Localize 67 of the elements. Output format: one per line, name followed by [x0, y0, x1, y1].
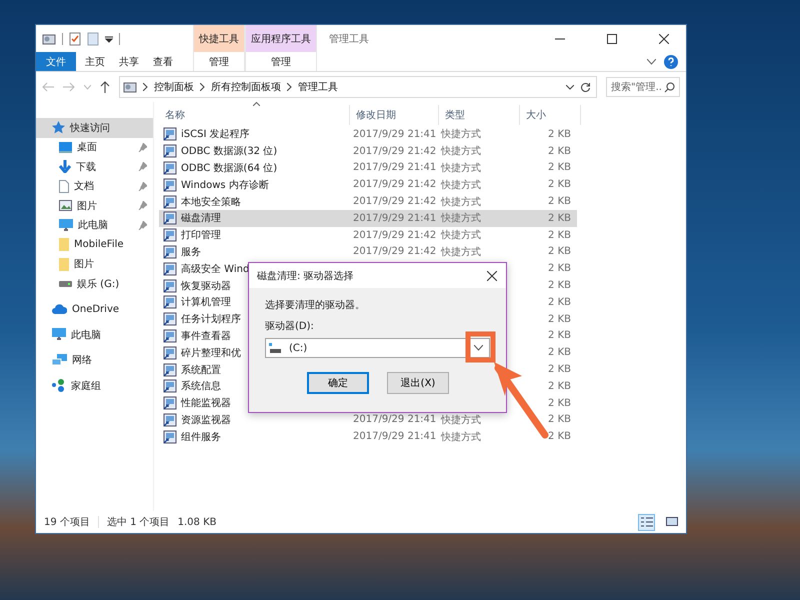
file-size: 2 KB: [547, 414, 572, 426]
file-name: 打印管理: [181, 228, 221, 242]
file-name: 资源监视器: [181, 414, 231, 427]
file-size: 2 KB: [547, 128, 572, 140]
file-name: Windows 内存诊断: [181, 178, 269, 192]
file-date: 2017/9/29 21:41: [352, 431, 437, 442]
file-date: 2017/9/29 21:42: [352, 196, 437, 208]
file-size: 2 KB: [547, 246, 572, 258]
file-date: 2017/9/29 21:42: [352, 230, 437, 241]
file-name: 系统配置: [181, 364, 221, 377]
file-size: 2 KB: [547, 330, 572, 342]
file-size: 2 KB: [547, 398, 572, 409]
item-count: 19 个项目: [44, 516, 90, 529]
file-size: 2 KB: [547, 314, 572, 325]
file-size: 2 KB: [547, 431, 572, 442]
file-name: iSCSI 发起程序: [181, 128, 250, 142]
file-type: 快捷方式: [440, 178, 482, 192]
file-date: 2017/9/29 21:42: [352, 146, 437, 157]
file-type: 快捷方式: [440, 162, 482, 175]
context-tab-header: 快捷工具: [194, 25, 244, 52]
file-date: 2017/9/29 21:41: [352, 414, 437, 426]
file-type: 快捷方式: [440, 128, 482, 142]
file-type: 快捷方式: [440, 196, 482, 209]
file-name: ODBC 数据源(32 位): [181, 145, 278, 158]
file-size: 2 KB: [547, 162, 572, 174]
context-tab-header: 应用程序工具: [246, 25, 316, 52]
file-size: 2 KB: [547, 280, 572, 292]
file-name: 本地安全策略: [181, 196, 241, 209]
dialog-prompt: 选择要清理的驱动器。: [265, 298, 366, 312]
window-title: 管理工具: [329, 32, 369, 46]
drive-value: (C:): [289, 342, 308, 354]
file-type: 快捷方式: [440, 414, 482, 427]
file-name: ODBC 数据源(64 位): [181, 162, 278, 175]
file-name: 事件查看器: [181, 330, 231, 343]
file-name: 计算机管理: [181, 296, 231, 310]
file-size: 2 KB: [547, 212, 572, 224]
file-date: 2017/9/29 21:41: [352, 128, 437, 140]
file-type: 快捷方式: [440, 144, 482, 158]
file-size: 2 KB: [547, 296, 572, 308]
file-name: 任务计划程序: [181, 312, 241, 326]
file-type: 快捷方式: [440, 246, 482, 259]
file-name: 磁盘清理: [181, 212, 221, 226]
file-size: 2 KB: [547, 230, 572, 241]
file-size: 2 KB: [547, 146, 572, 157]
file-type: 快捷方式: [440, 212, 482, 226]
file-size: 2 KB: [547, 196, 572, 208]
file-date: 2017/9/29 21:42: [352, 179, 437, 190]
file-date: 2017/9/29 21:42: [352, 246, 437, 258]
file-date: 2017/9/29 21:41: [352, 212, 437, 224]
file-size: 2 KB: [547, 347, 572, 358]
file-name: 服务: [181, 246, 201, 259]
file-type: 快捷方式: [440, 430, 482, 444]
file-name: 碎片整理和优: [181, 346, 241, 360]
file-type: 快捷方式: [440, 228, 482, 242]
drive-label: 驱动器(D):: [265, 320, 315, 333]
selection-count: 选中 1 个项目: [106, 516, 170, 529]
file-size: 2 KB: [547, 179, 572, 190]
file-size: 2 KB: [547, 380, 572, 392]
file-name: 恢复驱动器: [181, 280, 231, 293]
selection-size: 1.08 KB: [178, 516, 217, 528]
file-name: 组件服务: [181, 430, 221, 444]
file-name: 性能监视器: [181, 396, 231, 410]
file-name: 系统信息: [181, 380, 221, 394]
file-date: 2017/9/29 21:41: [352, 162, 437, 174]
file-size: 2 KB: [547, 263, 572, 274]
file-size: 2 KB: [547, 364, 572, 376]
dialog-title: 磁盘清理: 驱动器选择: [257, 270, 354, 282]
